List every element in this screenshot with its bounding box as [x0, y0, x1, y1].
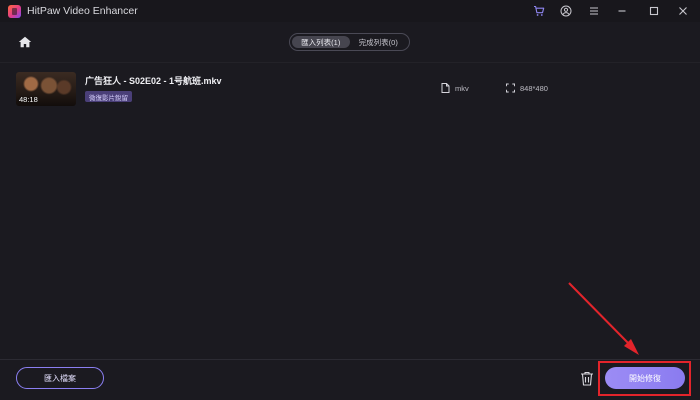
model-tag[interactable]: 微復影片銳留 [85, 91, 132, 102]
file-list-item[interactable]: 48:18 广告狂人 - S02E02 - 1号航班.mkv 微復影片銳留 mk… [0, 63, 700, 111]
close-icon[interactable] [675, 3, 691, 19]
import-file-button[interactable]: 匯入檔案 [16, 367, 104, 389]
cart-icon[interactable] [531, 3, 547, 19]
tab-import-list[interactable]: 匯入列表(1) [292, 36, 350, 48]
list-tabs: 匯入列表(1) 完成列表(0) [289, 33, 410, 51]
trash-icon[interactable] [580, 371, 594, 386]
file-format: mkv [441, 83, 469, 93]
app-title: HitPaw Video Enhancer [27, 5, 138, 17]
file-name: 广告狂人 - S02E02 - 1号航班.mkv [85, 76, 222, 86]
resolution-icon [506, 83, 515, 93]
home-icon[interactable] [18, 36, 32, 48]
file-icon [441, 83, 450, 93]
video-duration: 48:18 [19, 95, 38, 104]
start-repair-button[interactable]: 開始修復 [605, 367, 685, 389]
video-thumbnail: 48:18 [16, 72, 76, 106]
app-logo-icon [8, 5, 21, 18]
menu-icon[interactable] [586, 3, 602, 19]
footer-divider [0, 359, 700, 360]
title-bar: HitPaw Video Enhancer [0, 0, 700, 22]
file-resolution: 848*480 [506, 83, 548, 93]
annotation-arrow [568, 282, 639, 355]
maximize-icon[interactable] [646, 3, 662, 19]
tab-completed-list[interactable]: 完成列表(0) [350, 36, 408, 48]
file-format-label: mkv [455, 83, 469, 93]
minimize-icon[interactable] [614, 3, 630, 19]
account-icon[interactable] [558, 3, 574, 19]
file-resolution-label: 848*480 [520, 83, 548, 93]
